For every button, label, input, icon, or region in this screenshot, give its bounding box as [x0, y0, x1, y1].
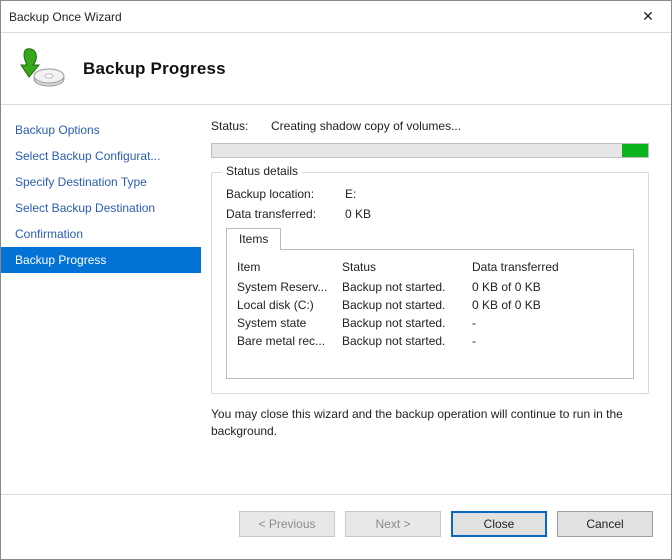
close-hint-text: You may close this wizard and the backup…: [211, 406, 649, 441]
cell-status: Backup not started.: [342, 298, 472, 312]
table-row: System state Backup not started. -: [237, 316, 623, 330]
cell-status: Backup not started.: [342, 334, 472, 348]
titlebar: Backup Once Wizard ✕: [1, 1, 671, 33]
cell-data: -: [472, 334, 623, 348]
backup-location-label: Backup location:: [226, 187, 341, 201]
sidebar-item-destination[interactable]: Select Backup Destination: [1, 195, 201, 221]
table-row: Local disk (C:) Backup not started. 0 KB…: [237, 298, 623, 312]
wizard-footer: < Previous Next > Close Cancel: [1, 494, 671, 559]
progress-bar: [211, 143, 649, 158]
wizard-body: Backup Options Select Backup Configurat.…: [1, 105, 671, 494]
backup-location-row: Backup location: E:: [226, 187, 634, 201]
status-label: Status:: [211, 119, 257, 133]
cell-item: System state: [237, 316, 342, 330]
progress-fill: [622, 144, 648, 157]
data-transferred-row: Data transferred: 0 KB: [226, 207, 634, 221]
status-value: Creating shadow copy of volumes...: [271, 119, 461, 133]
next-button: Next >: [345, 511, 441, 537]
close-icon: ✕: [642, 8, 654, 25]
table-row: Bare metal rec... Backup not started. -: [237, 334, 623, 348]
backup-wizard-icon: [19, 45, 67, 93]
cell-item: Local disk (C:): [237, 298, 342, 312]
sidebar-item-destination-type[interactable]: Specify Destination Type: [1, 169, 201, 195]
col-header-data[interactable]: Data transferred: [472, 260, 623, 274]
cell-item: Bare metal rec...: [237, 334, 342, 348]
titlebar-close-button[interactable]: ✕: [625, 1, 671, 33]
status-details-group: Status details Backup location: E: Data …: [211, 172, 649, 394]
tab-items[interactable]: Items: [226, 228, 281, 250]
table-row: System Reserv... Backup not started. 0 K…: [237, 280, 623, 294]
cancel-button[interactable]: Cancel: [557, 511, 653, 537]
cell-data: 0 KB of 0 KB: [472, 298, 623, 312]
cell-item: System Reserv...: [237, 280, 342, 294]
items-table-header: Item Status Data transferred: [237, 260, 623, 274]
wizard-window: Backup Once Wizard ✕ Backup Progress Bac…: [0, 0, 672, 560]
main-panel: Status: Creating shadow copy of volumes.…: [201, 105, 671, 494]
col-header-status[interactable]: Status: [342, 260, 472, 274]
data-transferred-label: Data transferred:: [226, 207, 341, 221]
col-header-item[interactable]: Item: [237, 260, 342, 274]
previous-button: < Previous: [239, 511, 335, 537]
cell-data: -: [472, 316, 623, 330]
wizard-header: Backup Progress: [1, 33, 671, 105]
wizard-steps-sidebar: Backup Options Select Backup Configurat.…: [1, 105, 201, 494]
backup-location-value: E:: [345, 187, 356, 201]
sidebar-item-confirmation[interactable]: Confirmation: [1, 221, 201, 247]
sidebar-item-select-config[interactable]: Select Backup Configurat...: [1, 143, 201, 169]
items-tab-content: Item Status Data transferred System Rese…: [226, 249, 634, 379]
cell-status: Backup not started.: [342, 280, 472, 294]
window-title: Backup Once Wizard: [9, 10, 122, 24]
items-tabstrip: Items Item Status Data transferred Syste…: [226, 227, 634, 379]
sidebar-item-backup-options[interactable]: Backup Options: [1, 117, 201, 143]
sidebar-item-backup-progress[interactable]: Backup Progress: [1, 247, 201, 273]
status-row: Status: Creating shadow copy of volumes.…: [211, 119, 649, 133]
cell-data: 0 KB of 0 KB: [472, 280, 623, 294]
status-details-title: Status details: [222, 164, 302, 178]
cell-status: Backup not started.: [342, 316, 472, 330]
data-transferred-value: 0 KB: [345, 207, 371, 221]
close-button[interactable]: Close: [451, 511, 547, 537]
page-title: Backup Progress: [83, 59, 226, 79]
